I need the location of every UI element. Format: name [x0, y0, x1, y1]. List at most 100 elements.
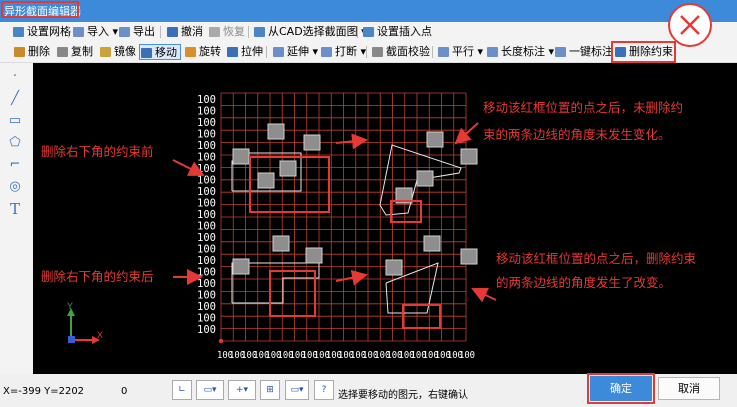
import-button[interactable]: 导入 ▾ — [72, 24, 118, 40]
y-tick-label: 100 — [197, 324, 216, 336]
line-tool-icon[interactable]: ╱ — [7, 91, 23, 107]
x-tick-label: 100 — [459, 350, 475, 361]
redo-icon — [209, 27, 220, 37]
drawing-canvas[interactable]: 100 100 100 100 100 100 100 100 100 100 100 100 100 1… — [33, 63, 737, 374]
set-grid-button[interactable]: 设置网格 — [12, 24, 71, 40]
snap-toggle-icon[interactable]: ▭▾ — [196, 380, 224, 400]
insert-point-icon — [363, 27, 374, 37]
copy-icon — [57, 47, 68, 57]
hint-icon: ? — [314, 380, 334, 400]
point — [267, 123, 285, 140]
point — [423, 235, 441, 252]
point-tool-icon[interactable]: · — [7, 69, 23, 85]
ok-button[interactable]: 确定 — [587, 373, 655, 404]
stretch-button[interactable]: 拉伸 — [226, 44, 263, 60]
rect-tool-icon[interactable]: ▭ — [7, 113, 23, 129]
y-tick-label: 100 — [197, 106, 216, 118]
select-from-cad-button[interactable]: 从CAD选择截面图 ▾ — [253, 24, 367, 40]
x-tick-labels: 1001001001001001001001001001001001001001… — [217, 350, 475, 361]
annotation-top-right-1: 移动该红框位置的点之后，未删除约 — [483, 100, 683, 115]
one-click-dimension-button[interactable]: 一键标注 — [554, 44, 613, 60]
y-tick-label: 100 — [197, 221, 216, 233]
cancel-button[interactable]: 取消 — [658, 377, 720, 400]
origin-axes: Y X — [67, 301, 103, 344]
arrow — [471, 287, 497, 303]
point — [426, 131, 444, 148]
polygon-tool-icon[interactable]: ⬠ — [7, 135, 23, 151]
annotation-bottom-right-1: 移动该红框位置的点之后，删除约束 — [496, 251, 697, 266]
undo-button[interactable]: 撤消 — [166, 24, 203, 40]
extend-button[interactable]: 延伸 ▾ — [272, 44, 318, 60]
title-highlight-box — [1, 1, 79, 18]
y-tick-label: 100 — [197, 232, 216, 244]
dimension-icon — [487, 47, 498, 57]
eraser-icon — [14, 47, 25, 57]
grid-icon — [13, 27, 24, 37]
y-tick-label: 100 — [197, 290, 216, 302]
circle-tool-icon[interactable]: ◎ — [7, 179, 23, 195]
cad-icon — [254, 27, 265, 37]
parallel-button[interactable]: 平行 ▾ — [437, 44, 483, 60]
annotation-top-right-2: 束的两条边线的角度未发生变化。 — [483, 127, 671, 142]
mirror-icon — [100, 47, 111, 57]
y-tick-label: 100 — [197, 255, 216, 267]
set-insert-point-button[interactable]: 设置插入点 — [362, 24, 432, 40]
point — [232, 258, 250, 275]
arrow — [335, 269, 368, 286]
y-tick-labels: 1001001001001001001001001001001001001001… — [197, 94, 216, 336]
y-tick-label: 100 — [197, 117, 216, 129]
export-icon — [119, 27, 130, 37]
rotate-icon — [185, 47, 196, 57]
annotation-bottom-right-2: 的两条边线的角度发生了改变。 — [496, 275, 671, 290]
delete-constraint-button[interactable]: 删除约束 — [611, 41, 676, 63]
ortho-toggle-icon[interactable]: ∟ — [172, 380, 192, 400]
status-value: 0 — [121, 386, 128, 397]
export-button[interactable]: 导出 — [118, 24, 155, 40]
point — [305, 247, 323, 264]
check-icon — [372, 47, 383, 57]
highlight-box — [390, 200, 422, 223]
point — [257, 172, 275, 189]
point — [460, 148, 478, 165]
section-check-button[interactable]: 截面校验 — [371, 44, 430, 60]
point — [385, 259, 403, 276]
break-button[interactable]: 打断 ▾ — [320, 44, 366, 60]
y-tick-label: 100 — [197, 301, 216, 313]
parallel-icon — [438, 47, 449, 57]
display-toggle-icon[interactable]: ▭▾ — [285, 380, 309, 400]
arrow — [454, 122, 479, 145]
mirror-button[interactable]: 镜像 — [99, 44, 136, 60]
y-axis-label: Y — [67, 301, 73, 311]
osnap-toggle-icon[interactable]: +▾ — [228, 380, 256, 400]
y-tick-label: 100 — [197, 313, 216, 325]
delete-button[interactable]: 删除 — [13, 44, 50, 60]
annotation-before-left: 删除右下角的约束前 — [41, 144, 154, 159]
title-bar: 异形截面编辑器 — [0, 0, 737, 22]
move-button[interactable]: 移动 — [139, 44, 181, 60]
rotate-button[interactable]: 旋转 — [184, 44, 221, 60]
close-icon[interactable] — [668, 3, 712, 47]
y-tick-label: 100 — [197, 129, 216, 141]
point — [279, 160, 297, 177]
y-tick-label: 100 — [197, 186, 216, 198]
delete-constraint-icon — [615, 47, 626, 57]
annotation-after-left: 删除右下角的约束后 — [41, 269, 154, 284]
main-toolbar: 设置网格 导入 ▾ 导出 撤消 恢复 从CAD选择截面图 ▾ 设置插入点 — [0, 22, 737, 43]
text-tool-icon[interactable]: T — [7, 201, 23, 217]
origin-point — [218, 338, 224, 344]
undo-icon — [167, 27, 178, 37]
copy-button[interactable]: 复制 — [56, 44, 93, 60]
move-icon — [141, 48, 152, 58]
y-tick-label: 100 — [197, 209, 216, 221]
length-dimension-button[interactable]: 长度标注 ▾ — [486, 44, 554, 60]
redo-button[interactable]: 恢复 — [208, 24, 245, 40]
x-axis-label: X — [97, 330, 103, 340]
drawing-tools-sidebar: · ╱ ▭ ⬠ ⌐ ◎ T — [0, 63, 33, 374]
track-toggle-icon[interactable]: ⊞ — [260, 380, 280, 400]
point — [303, 134, 321, 151]
annotations: 删除右下角的约束前 删除右下角的约束后 移动该红框位置的点之后，未删除约 束的两… — [41, 100, 697, 290]
import-icon — [73, 27, 84, 37]
point — [232, 148, 250, 165]
polyline-tool-icon[interactable]: ⌐ — [7, 157, 23, 173]
y-tick-label: 100 — [197, 140, 216, 152]
